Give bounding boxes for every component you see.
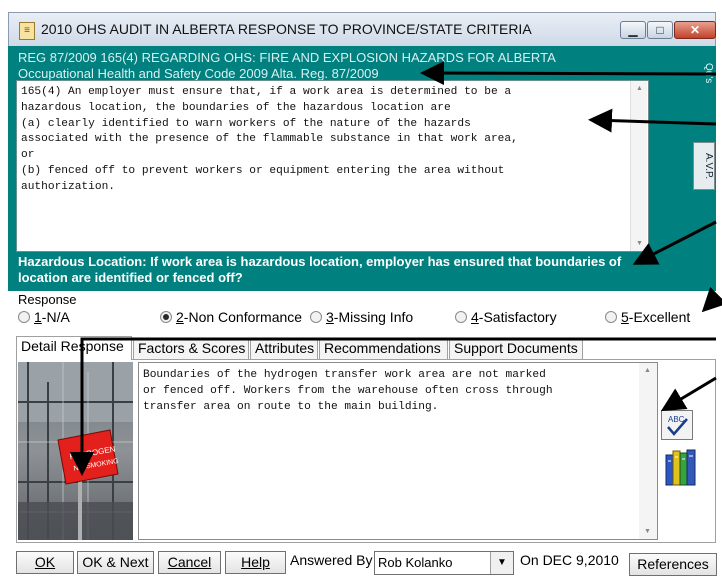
answered-by-label: Answered By <box>290 552 373 568</box>
regulation-scrollbar[interactable]: ▲ ▼ <box>630 81 647 251</box>
minimize-icon[interactable]: ▁ <box>620 21 646 39</box>
ok-button[interactable]: OK <box>16 551 74 574</box>
tab-attributes[interactable]: Attributes <box>250 338 318 359</box>
regulation-heading: REG 87/2009 165(4) REGARDING OHS: FIRE A… <box>18 50 556 65</box>
option-label: -Satisfactory <box>478 309 557 325</box>
response-option-satisfactory[interactable]: 4 -Satisfactory <box>455 309 557 325</box>
cancel-label: Cancel <box>167 554 212 570</box>
scroll-down-icon[interactable]: ▼ <box>639 528 656 535</box>
regulation-code: Occupational Health and Safety Code 2009… <box>18 66 379 81</box>
ok-label: OK <box>34 554 56 570</box>
radio-icon[interactable] <box>18 311 30 323</box>
option-number: 1 <box>34 309 42 325</box>
spellcheck-icon: ABC <box>667 415 688 436</box>
option-label: -Non Conformance <box>183 309 303 325</box>
detail-scrollbar[interactable]: ▲ ▼ <box>639 363 657 539</box>
scroll-up-icon[interactable]: ▲ <box>631 85 648 92</box>
spellcheck-button[interactable]: ABC <box>661 410 693 440</box>
scroll-down-icon[interactable]: ▼ <box>631 240 648 247</box>
regulation-text: 165(4) An employer must ensure that, if … <box>16 80 649 252</box>
document-icon: ≡ <box>19 22 35 40</box>
references-button[interactable]: References <box>629 553 717 576</box>
cancel-button[interactable]: Cancel <box>158 551 221 574</box>
dropdown-arrow-icon[interactable]: ▼ <box>490 552 513 574</box>
radio-icon[interactable] <box>605 311 617 323</box>
answer-date: On DEC 9,2010 <box>520 552 619 568</box>
tab-recommendations[interactable]: Recommendations <box>319 338 448 359</box>
title-bar[interactable]: ≡ 2010 OHS AUDIT IN ALBERTA RESPONSE TO … <box>8 12 716 46</box>
arrow-response <box>701 286 722 313</box>
tab-detail-response[interactable]: Detail Response <box>16 336 132 360</box>
option-number: 3 <box>326 309 334 325</box>
option-number: 4 <box>471 309 479 325</box>
option-number: 2 <box>176 309 184 325</box>
maximize-icon[interactable]: □ <box>647 21 673 39</box>
tab-questions[interactable]: Qu's <box>693 50 715 96</box>
books-icon[interactable] <box>664 447 698 487</box>
site-photo: HYDROGEN NO SMOKING <box>18 362 133 540</box>
criterion-question: Hazardous Location: If work area is haza… <box>18 254 622 285</box>
svg-text:ABC: ABC <box>668 415 685 424</box>
help-label: Help <box>241 554 270 570</box>
response-label: Response <box>18 292 77 307</box>
option-number: 5 <box>621 309 629 325</box>
tab-avp[interactable]: A.V.P. <box>693 142 715 190</box>
option-label: -Excellent <box>628 309 691 325</box>
response-option-missing-info[interactable]: 3 -Missing Info <box>310 309 413 325</box>
response-option-excellent[interactable]: 5 -Excellent <box>605 309 690 325</box>
window-title: 2010 OHS AUDIT IN ALBERTA RESPONSE TO PR… <box>41 21 532 37</box>
radio-icon[interactable] <box>455 311 467 323</box>
option-label: -N/A <box>41 309 70 325</box>
help-button[interactable]: Help <box>225 551 286 574</box>
detail-response-input[interactable]: Boundaries of the hydrogen transfer work… <box>138 362 658 540</box>
response-option-na[interactable]: 1 -N/A <box>18 309 70 325</box>
side-tabs: Qu's A.V.P. <box>693 48 715 190</box>
scroll-up-icon[interactable]: ▲ <box>639 367 656 374</box>
radio-icon[interactable] <box>310 311 322 323</box>
radio-selected-icon[interactable] <box>160 311 172 323</box>
tab-support-documents[interactable]: Support Documents <box>449 338 583 359</box>
response-option-non-conformance[interactable]: 2 -Non Conformance <box>160 309 302 325</box>
ok-next-button[interactable]: OK & Next <box>77 551 154 574</box>
tab-factors-scores[interactable]: Factors & Scores <box>133 338 249 359</box>
close-icon[interactable]: ✕ <box>674 21 716 39</box>
option-label: -Missing Info <box>333 309 414 325</box>
